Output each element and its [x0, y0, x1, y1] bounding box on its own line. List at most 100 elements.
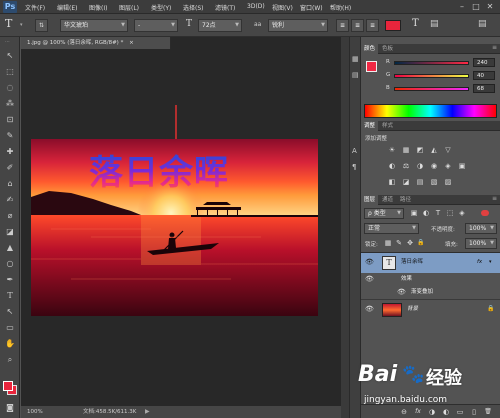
layer-effects-row[interactable]: 👁 效果	[361, 273, 500, 286]
tool-preset-chevron-icon[interactable]: ▾	[20, 22, 23, 28]
path-select-tool-icon[interactable]: ↖	[3, 305, 17, 319]
lock-transparency-icon[interactable]: ▦	[383, 238, 393, 248]
quick-mask-icon[interactable]: ◙	[3, 401, 17, 415]
foreground-color-swatch[interactable]	[3, 381, 13, 391]
quick-select-tool-icon[interactable]: ⁂	[3, 97, 17, 111]
eraser-tool-icon[interactable]: ⌀	[3, 209, 17, 223]
filter-adjust-icon[interactable]: ◐	[421, 208, 431, 218]
lock-all-icon[interactable]: 🔒	[416, 238, 426, 248]
tab-adjustments[interactable]: 调整	[361, 121, 379, 131]
menu-help[interactable]: 帮助(H)	[330, 3, 351, 12]
invert-icon[interactable]: ◧	[387, 177, 397, 187]
levels-icon[interactable]: ▦	[401, 145, 411, 155]
brightness-contrast-icon[interactable]: ☀	[387, 145, 397, 155]
color-lookup-icon[interactable]: ▣	[457, 161, 467, 171]
lock-pixels-icon[interactable]: ✎	[394, 238, 404, 248]
tab-swatches[interactable]: 色板	[379, 44, 396, 54]
menu-window[interactable]: 窗口(W)	[300, 3, 323, 12]
panel-menu-icon[interactable]: ≡	[492, 195, 497, 202]
g-slider[interactable]	[394, 74, 469, 78]
workspace-icon[interactable]: ▤	[478, 19, 487, 29]
hue-saturation-icon[interactable]: ◐	[387, 161, 397, 171]
filter-pixel-icon[interactable]: ▣	[409, 208, 419, 218]
posterize-icon[interactable]: ◪	[401, 177, 411, 187]
zoom-tool-icon[interactable]: ⌕	[3, 353, 17, 367]
minimize-button[interactable]: –	[456, 2, 468, 12]
paragraph-panel-icon[interactable]: ¶	[352, 163, 356, 171]
menu-file[interactable]: 文件(F)	[25, 3, 45, 12]
filter-smart-icon[interactable]: ◈	[457, 208, 467, 218]
shape-tool-icon[interactable]: ▭	[3, 321, 17, 335]
layer-name[interactable]: 落日余晖	[401, 257, 423, 267]
g-value[interactable]: 40	[473, 71, 495, 80]
filter-shape-icon[interactable]: ⬚	[445, 208, 455, 218]
document-info[interactable]: 文档:458.5K/611.3K	[83, 406, 136, 418]
filter-toggle[interactable]	[481, 210, 489, 216]
layer-row-background[interactable]: 👁 背景 🔒	[361, 300, 500, 320]
layer-fx-icon[interactable]: fx	[477, 257, 482, 267]
warp-text-icon[interactable]: T	[412, 18, 419, 29]
opacity-input[interactable]: 100% ▼	[465, 223, 497, 234]
menu-3d[interactable]: 3D(D)	[247, 3, 265, 10]
document-image[interactable]: 落日余晖	[31, 139, 318, 316]
visibility-eye-icon[interactable]: 👁	[365, 257, 374, 267]
eyedropper-tool-icon[interactable]: ✎	[3, 129, 17, 143]
r-slider[interactable]	[394, 61, 469, 65]
panel-menu-icon[interactable]: ≡	[492, 44, 497, 51]
tab-layers[interactable]: 图层	[361, 195, 379, 205]
menu-select[interactable]: 选择(S)	[183, 3, 204, 12]
gradient-tool-icon[interactable]: ◪	[3, 225, 17, 239]
align-right-icon[interactable]: ≡	[366, 19, 379, 32]
zoom-level[interactable]: 100%	[27, 406, 43, 418]
selective-color-icon[interactable]: ▧	[429, 177, 439, 187]
gradient-map-icon[interactable]: ▨	[443, 177, 453, 187]
brush-tool-icon[interactable]: ✐	[3, 161, 17, 175]
tab-styles[interactable]: 样式	[379, 121, 396, 131]
menu-image[interactable]: 图像(I)	[89, 3, 107, 12]
history-panel-icon[interactable]: ▦	[352, 55, 359, 63]
layer-effect-gradient-row[interactable]: 👁 渐变叠加	[361, 286, 500, 299]
pen-tool-icon[interactable]: ✒	[3, 273, 17, 287]
text-tool-icon[interactable]: T	[5, 17, 12, 30]
text-color-swatch[interactable]	[385, 20, 401, 31]
exposure-icon[interactable]: ◭	[429, 145, 439, 155]
fx-expand-icon[interactable]: ▾	[489, 257, 492, 267]
menu-edit[interactable]: 编辑(E)	[57, 3, 77, 12]
tab-paths[interactable]: 路径	[397, 195, 414, 205]
antialias-select[interactable]: 锐利 ▼	[268, 19, 328, 32]
color-balance-icon[interactable]: ⚖	[401, 161, 411, 171]
visibility-eye-icon[interactable]: 👁	[365, 304, 374, 314]
character-panel-icon[interactable]: A	[352, 147, 357, 155]
vertical-scrollbar[interactable]	[341, 37, 349, 418]
toggle-orientation-icon[interactable]: ⇅	[35, 19, 48, 32]
status-arrow-icon[interactable]: ▶	[145, 406, 150, 418]
history-brush-tool-icon[interactable]: ✍	[3, 193, 17, 207]
lock-position-icon[interactable]: ✥	[405, 238, 415, 248]
visibility-eye-icon[interactable]: 👁	[397, 286, 406, 299]
tab-color[interactable]: 颜色	[361, 44, 379, 54]
lasso-tool-icon[interactable]: ◌	[3, 81, 17, 95]
marquee-tool-icon[interactable]: ⬚	[3, 65, 17, 79]
crop-tool-icon[interactable]: ⊡	[3, 113, 17, 127]
fill-input[interactable]: 100% ▼	[465, 238, 497, 249]
character-panel-icon[interactable]: ▤	[430, 19, 439, 29]
menu-filter[interactable]: 滤镜(T)	[215, 3, 235, 12]
blend-mode-select[interactable]: 正常 ▼	[364, 223, 419, 234]
visibility-eye-icon[interactable]: 👁	[365, 273, 374, 286]
threshold-icon[interactable]: ▤	[415, 177, 425, 187]
move-tool-icon[interactable]: ↖	[3, 49, 17, 63]
properties-panel-icon[interactable]: ▤	[352, 71, 359, 79]
black-white-icon[interactable]: ◑	[415, 161, 425, 171]
menu-view[interactable]: 视图(V)	[272, 3, 293, 12]
menu-layer[interactable]: 图层(L)	[119, 3, 139, 12]
r-value[interactable]: 240	[473, 58, 495, 67]
close-button[interactable]: ✕	[484, 2, 496, 12]
align-center-icon[interactable]: ≡	[351, 19, 364, 32]
tools-collapse-icon[interactable]: ⋯	[5, 39, 10, 45]
document-tab[interactable]: 1.jpg @ 100% (落日余晖, RGB/8#) * ×	[21, 37, 171, 49]
align-left-icon[interactable]: ≡	[336, 19, 349, 32]
layer-name[interactable]: 背景	[407, 304, 418, 314]
b-slider[interactable]	[394, 87, 469, 91]
b-value[interactable]: 68	[473, 84, 495, 93]
channel-mixer-icon[interactable]: ◈	[443, 161, 453, 171]
